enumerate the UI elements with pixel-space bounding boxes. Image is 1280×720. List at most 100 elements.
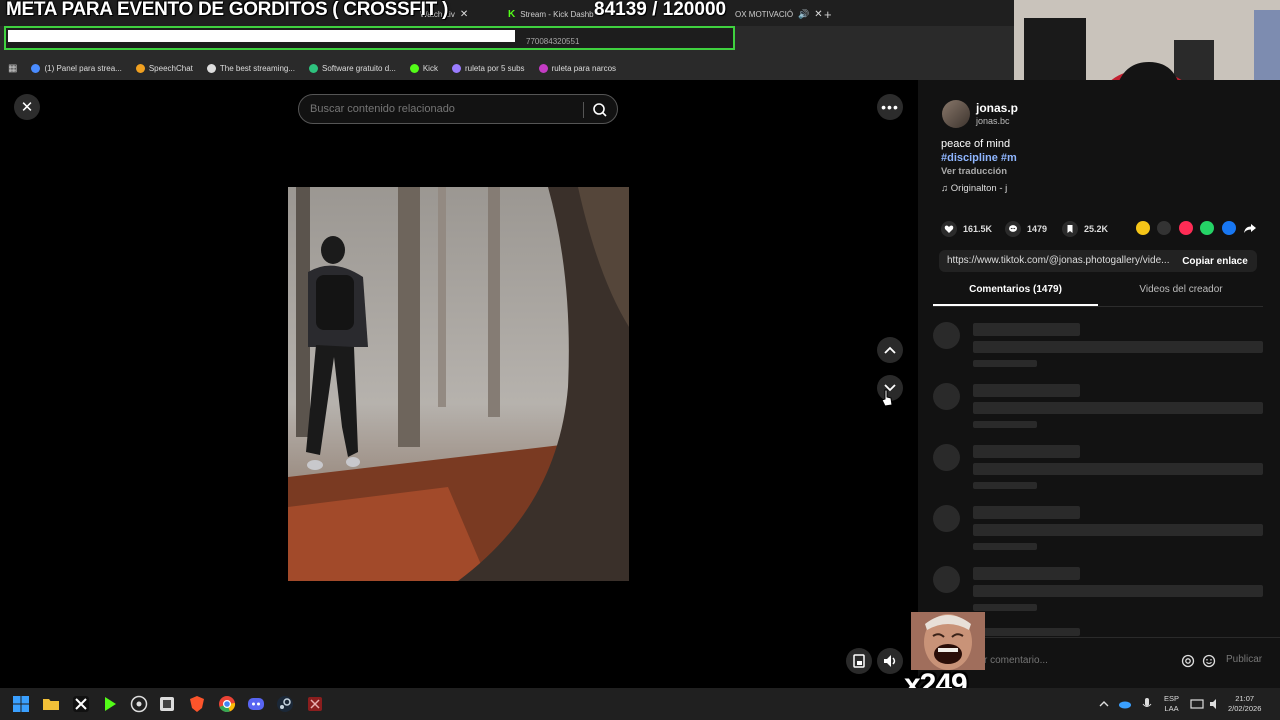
bookmark-item[interactable]: (1) Panel para strea... [31,63,122,73]
mention-icon[interactable] [1181,654,1195,668]
author-avatar[interactable] [942,100,970,128]
more-options-button[interactable]: ••• [877,94,903,120]
bookmark-label: Kick [422,63,438,73]
search-box[interactable] [298,94,618,124]
game-app-icon[interactable] [306,695,324,713]
bookmark-item[interactable]: Software gratuito d... [309,63,396,73]
previous-video-button[interactable] [877,337,903,363]
app-icon[interactable] [158,695,176,713]
tab-divider [933,306,1263,307]
bookmark-label: SpeechChat [148,63,193,73]
emoji-icon[interactable] [1202,654,1216,668]
obs-icon[interactable] [130,695,148,713]
network-icon[interactable] [1190,695,1204,713]
apps-grid-icon[interactable]: ▦ [8,63,17,74]
like-count: 161.5K [963,224,993,234]
copy-link-button[interactable]: Copiar enlace [1174,251,1256,271]
bookmarks-bar: ▦ (1) Panel para strea... SpeechChat The b… [0,56,1014,80]
music-link[interactable]: ♫ Originalton - j [941,183,1007,194]
close-tab-icon[interactable]: ✕ [814,9,822,20]
url-text[interactable]: 770084320551 [526,37,579,46]
bookmark-item[interactable]: SpeechChat [135,63,193,73]
bookmark-item[interactable]: Kick [409,63,438,73]
goal-counter: 84139 / 120000 [594,0,727,20]
kick-icon: K [508,8,516,20]
music-note-icon: ♫ [941,183,949,194]
music-title: Originalton - j [950,183,1008,194]
onedrive-icon[interactable] [1118,695,1132,713]
share-arrow-icon[interactable] [1243,221,1257,235]
comment-icon [1005,221,1021,237]
comment-skeleton-line [973,463,1263,475]
close-icon: ✕ [20,99,34,116]
comment-count: 1479 [1027,224,1048,234]
brave-browser-icon[interactable] [188,695,206,713]
embed-icon[interactable] [1157,221,1171,235]
bookmark-item[interactable]: ruleta por 5 subs [451,63,525,73]
tray-expand-icon[interactable] [1098,695,1110,713]
goal-title: META PARA EVENTO DE GORDITOS ( CROSSFIT … [6,0,448,20]
comment-skeleton-line [973,567,1080,580]
search-input[interactable] [310,103,570,115]
input-language[interactable]: ESP LAA [1164,694,1179,714]
wheel-icon [451,63,461,73]
share-coin-icon[interactable] [1136,221,1150,235]
comment-button[interactable]: 1479 [1005,221,1047,237]
publish-button[interactable]: Publicar [1226,654,1262,665]
clock-time: 21:07 [1235,694,1255,703]
whatsapp-icon[interactable] [1200,221,1214,235]
clock[interactable]: 21:07 2/02/2026 [1228,694,1261,714]
discord-icon[interactable] [247,695,265,713]
comment-skeleton-avatar [933,322,960,349]
volume-button[interactable] [877,648,903,674]
translate-link[interactable]: Ver traducción [941,166,1007,177]
comment-skeleton-line [973,543,1037,550]
speaker-icon [884,655,896,667]
save-button[interactable]: 25.2K [1062,221,1108,237]
tab-creator-videos[interactable]: Videos del creador [1100,284,1262,295]
steam-icon[interactable] [276,695,294,713]
comment-skeleton-line [973,585,1263,597]
microphone-icon[interactable] [1140,695,1154,713]
browser-tab[interactable]: K Stream - Kick Dashb [508,4,594,24]
diamond-icon [206,63,216,73]
video-player[interactable] [288,187,629,581]
kick-icon [409,63,419,73]
pip-icon [853,654,865,668]
meta-icon [31,63,41,73]
volume-tray-icon[interactable] [1208,695,1222,713]
play-icon[interactable] [101,695,119,713]
capcut-icon[interactable] [72,695,90,713]
search-icon[interactable] [592,102,608,118]
facebook-icon[interactable] [1222,221,1236,235]
comment-input[interactable] [984,655,1174,666]
bookmark-label: Software gratuito d... [322,63,396,73]
video-hashtags[interactable]: #discipline #m [941,152,1017,164]
author-username[interactable]: jonas.p [976,101,1018,115]
bookmark-label: ruleta para narcos [551,63,617,73]
screen: Watch Liv ✕ K Stream - Kick Dashb OX MOT… [0,0,1280,720]
comment-skeleton-line [973,445,1080,458]
bookmark-item[interactable]: The best streaming... [206,63,295,73]
close-tab-icon[interactable]: ✕ [460,9,468,20]
comment-skeleton-line [973,604,1037,611]
browser-tab[interactable]: OX MOTIVACIÓ 🔊 ✕ [735,4,823,24]
comment-skeleton-line [973,524,1263,536]
author-handle[interactable]: jonas.bc [976,116,1010,126]
picture-in-picture-button[interactable] [846,648,872,674]
close-viewer-button[interactable]: ✕ [14,94,40,120]
bookmark-label: (1) Panel para strea... [44,63,122,73]
bookmark-item[interactable]: ruleta para narcos [538,63,617,73]
like-button[interactable]: 161.5K [941,221,992,237]
file-explorer-icon[interactable] [42,695,60,713]
tab-comments[interactable]: Comentarios (1479) [933,284,1098,295]
comment-skeleton-line [973,421,1037,428]
chrome-icon[interactable] [218,695,236,713]
active-tab-indicator [933,304,1098,306]
share-send-icon[interactable] [1179,221,1193,235]
comment-skeleton-line [973,402,1263,414]
comment-skeleton-line [973,506,1080,519]
windows-start-icon[interactable] [12,695,30,713]
video-link-text[interactable]: https://www.tiktok.com/@jonas.photogalle… [947,255,1169,266]
new-tab-button[interactable]: + [824,4,832,24]
